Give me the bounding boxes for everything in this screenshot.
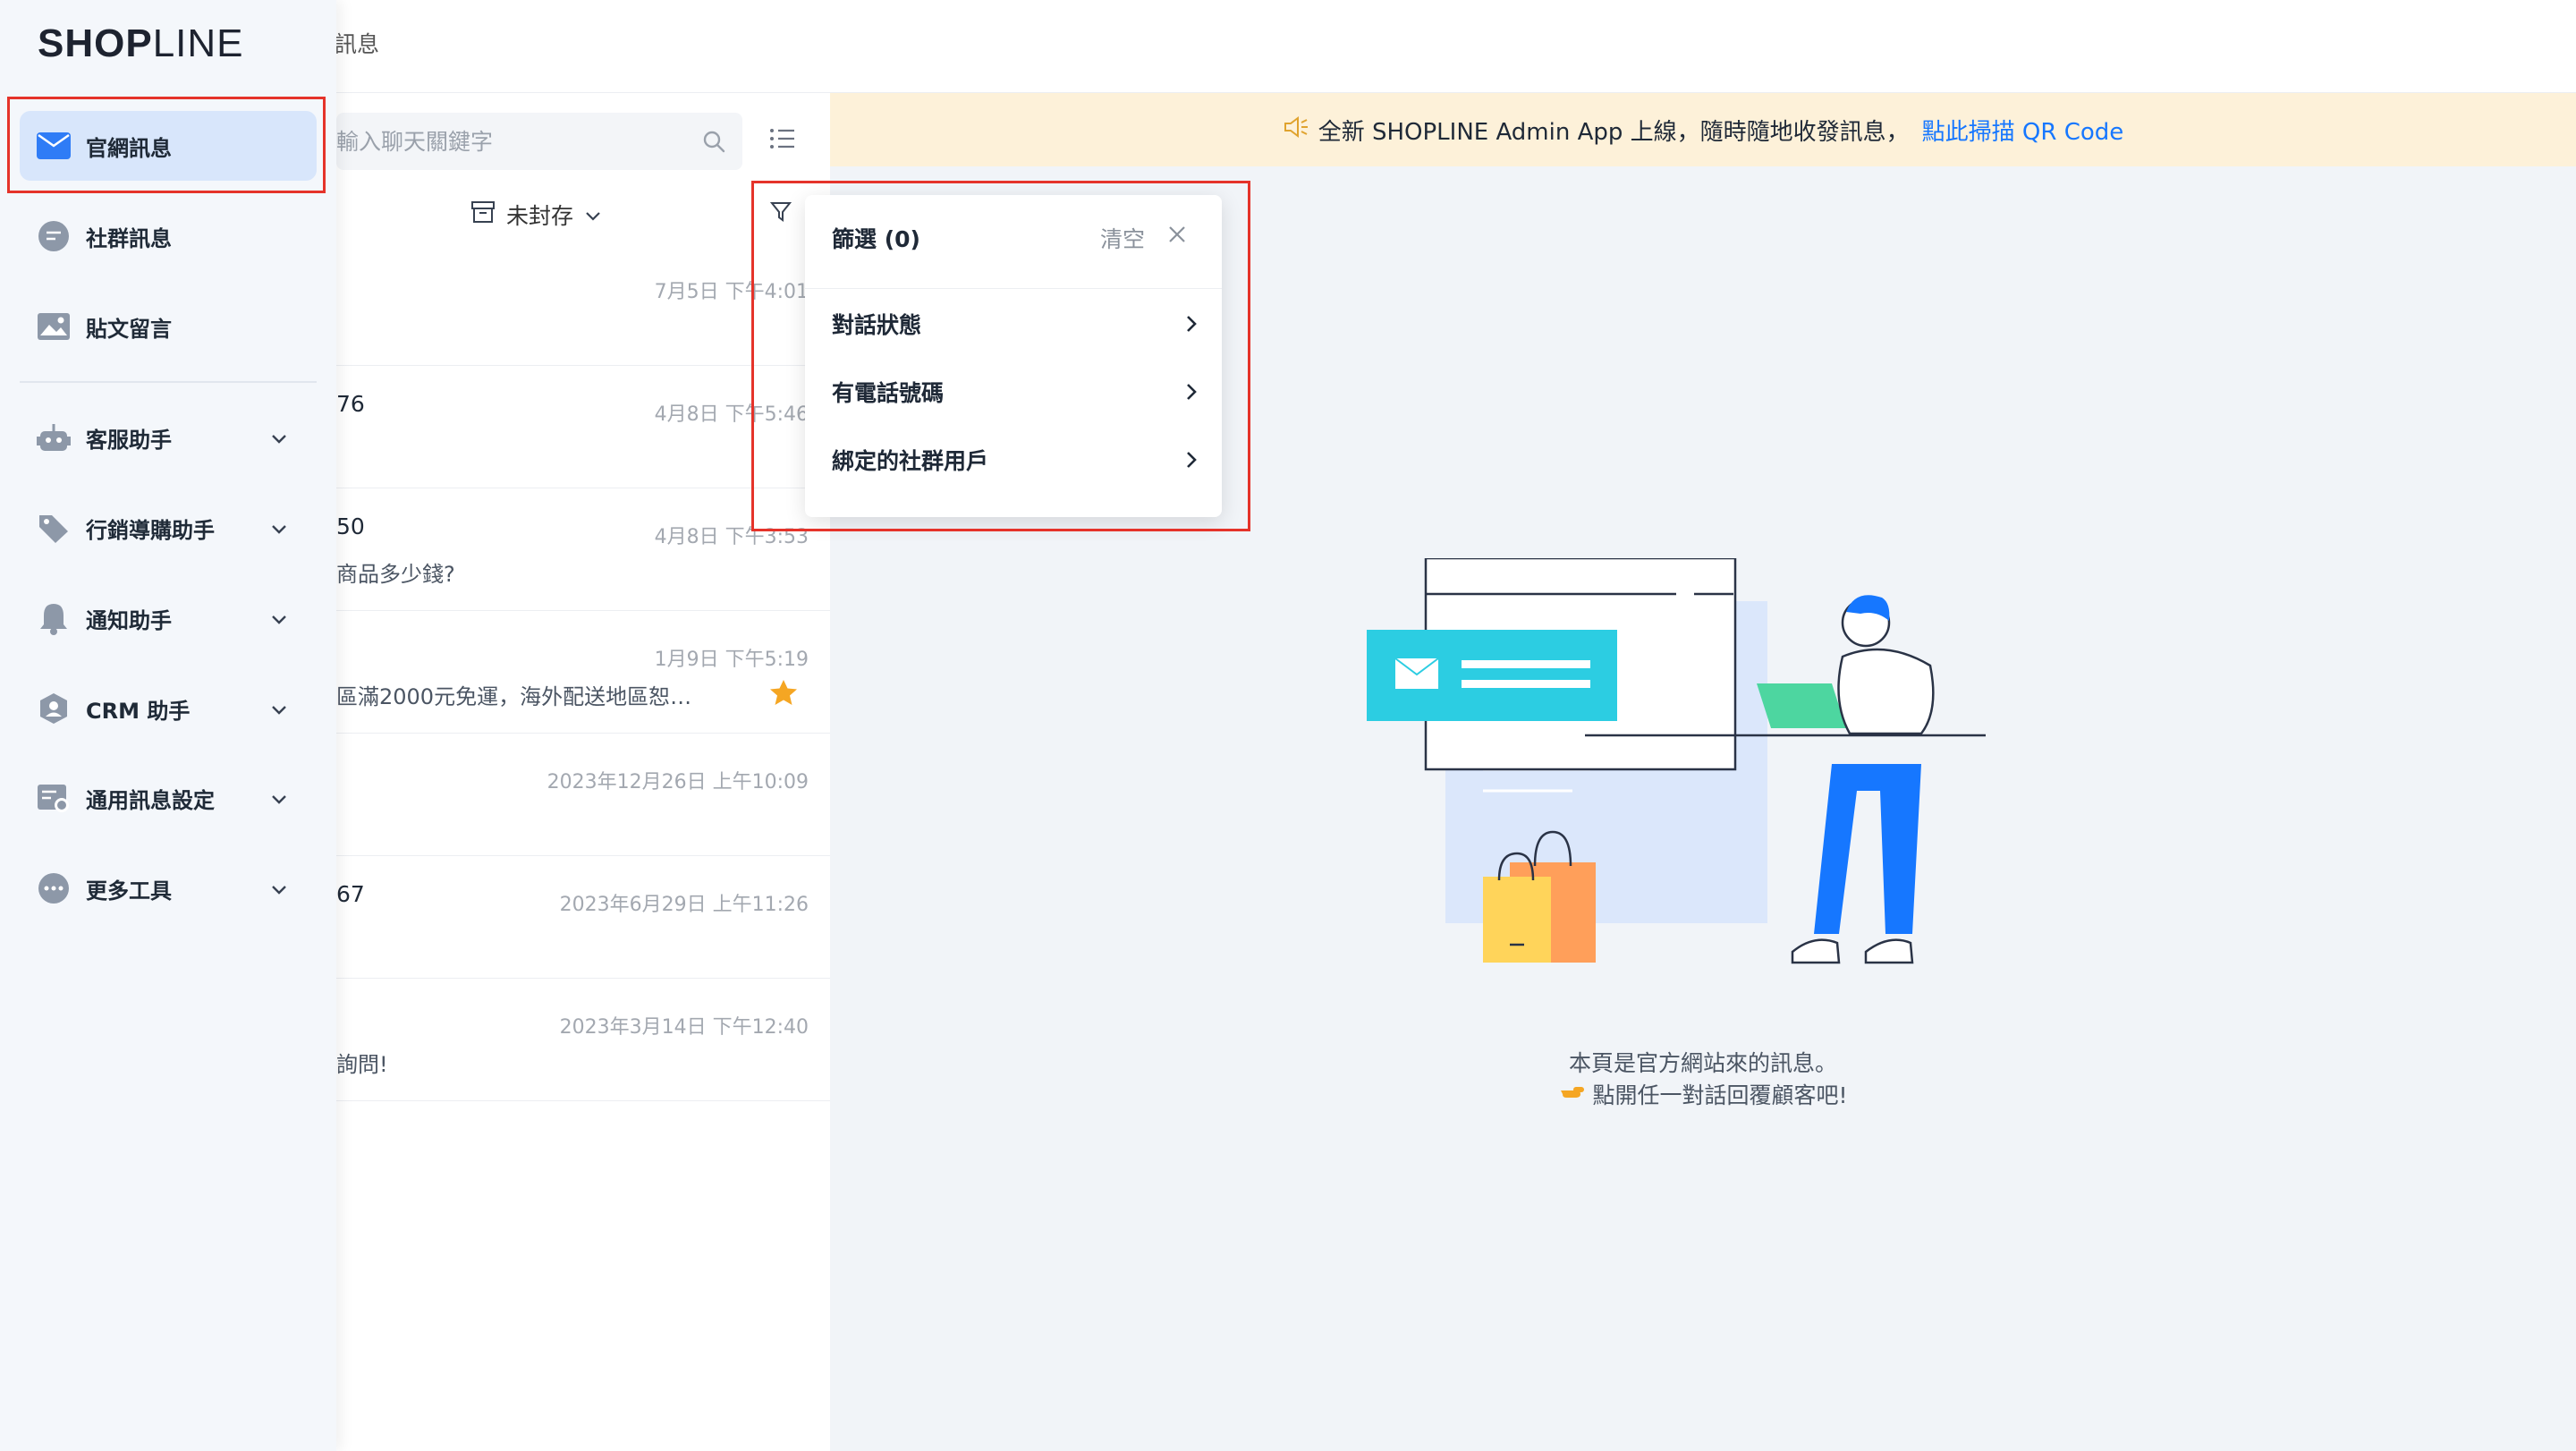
conversation-time: 2023年3月14日 下午12:40: [559, 1016, 809, 1039]
chevron-down-icon: [584, 202, 602, 228]
star-icon[interactable]: [769, 679, 798, 709]
shopline-logo[interactable]: SHOPLINE: [38, 21, 244, 66]
sidebar-item-label: CRM 助手: [86, 698, 191, 724]
archive-filter-label: 未封存: [506, 203, 574, 229]
breadcrumb: 訊息: [335, 31, 380, 57]
chevron-down-icon: [270, 877, 288, 902]
archive-status-dropdown[interactable]: 未封存: [470, 199, 602, 231]
conversation-row[interactable]: 1月9日 下午5:19 區滿2000元免運，海外配送地區恕…: [336, 611, 830, 734]
list-view-icon[interactable]: [769, 127, 796, 154]
sidebar-item-post-comments[interactable]: 貼文留言: [20, 292, 317, 361]
search-input[interactable]: [336, 127, 696, 156]
highlight-box-sidebar: [7, 97, 326, 193]
sidebar-item-label: 更多工具: [86, 878, 172, 904]
conversation-row[interactable]: 2023年3月14日 下午12:40 詢問!: [336, 979, 830, 1101]
top-header: 訊息: [0, 0, 2576, 93]
conversation-time: 2023年12月26日 上午10:09: [547, 771, 809, 793]
archive-icon: [470, 200, 496, 229]
search-icon[interactable]: [701, 129, 726, 157]
empty-state-line2: 點開任一對話回覆顧客吧!: [1592, 1082, 1848, 1108]
customer-name: 76: [336, 391, 365, 417]
qr-code-link[interactable]: 點此掃描 QR Code: [1922, 114, 2124, 147]
sidebar-item-more-tools[interactable]: 更多工具: [20, 853, 317, 923]
message-preview: 詢問!: [336, 1052, 388, 1077]
chevron-down-icon: [270, 426, 288, 451]
more-icon: [36, 870, 72, 906]
sidebar-item-customer-service-assistant[interactable]: 客服助手: [20, 403, 317, 472]
chevron-down-icon: [270, 786, 288, 811]
chat-bubble-icon: [36, 218, 72, 254]
message-preview: 商品多少錢?: [336, 562, 455, 587]
settings-card-icon: [36, 780, 72, 816]
image-icon: [36, 309, 72, 344]
message-preview: 區滿2000元免運，海外配送地區恕…: [336, 684, 692, 709]
sidebar-item-marketing-assistant[interactable]: 行銷導購助手: [20, 493, 317, 563]
banner-text: 全新 SHOPLINE Admin App 上線，隨時隨地收發訊息，: [1318, 118, 1910, 146]
bell-icon: [36, 600, 72, 636]
conversation-row[interactable]: 67 2023年6月29日 上午11:26: [336, 856, 830, 979]
sidebar-item-label: 貼文留言: [86, 316, 172, 342]
customer-name: 67: [336, 881, 365, 907]
sidebar-item-label: 行銷導購助手: [86, 517, 215, 543]
empty-state-illustration: [1367, 558, 1986, 964]
sidebar-item-general-message-settings[interactable]: 通用訊息設定: [20, 763, 317, 833]
empty-state-line1: 本頁是官方網站來的訊息。: [1568, 1050, 1837, 1076]
sidebar-item-label: 客服助手: [86, 427, 172, 453]
empty-state-line2-wrapper: 點開任一對話回覆顧客吧!: [830, 1079, 2576, 1113]
sidebar-item-crm-assistant[interactable]: CRM 助手: [20, 674, 317, 743]
customer-name: 50: [336, 513, 365, 539]
sidebar-item-label: 通知助手: [86, 607, 172, 633]
speaker-icon: [1283, 115, 1309, 145]
tag-icon: [36, 510, 72, 546]
robot-icon: [36, 420, 72, 455]
search-box[interactable]: [336, 113, 742, 170]
conversation-row[interactable]: 2023年12月26日 上午10:09: [336, 734, 830, 856]
highlight-box-filter: [751, 181, 1250, 531]
sidebar-item-label: 社群訊息: [86, 225, 172, 251]
chevron-down-icon: [270, 607, 288, 632]
sidebar: SHOPLINE 官網訊息 社群訊息 貼文留言 客服助手 行銷導購助手 通知助手…: [0, 0, 336, 1451]
pointing-hand-icon: [1559, 1082, 1593, 1108]
chevron-down-icon: [270, 516, 288, 541]
sidebar-item-social-messages[interactable]: 社群訊息: [20, 201, 317, 271]
conversation-time: 2023年6月29日 上午11:26: [559, 894, 809, 916]
sidebar-divider: [20, 381, 317, 383]
conversation-time: 1月9日 下午5:19: [654, 649, 809, 671]
sidebar-item-label: 通用訊息設定: [86, 787, 215, 813]
sidebar-item-notification-assistant[interactable]: 通知助手: [20, 583, 317, 653]
announcement-banner: 全新 SHOPLINE Admin App 上線，隨時隨地收發訊息， 點此掃描 …: [830, 93, 2576, 166]
chevron-down-icon: [270, 697, 288, 722]
crm-icon: [36, 691, 72, 726]
